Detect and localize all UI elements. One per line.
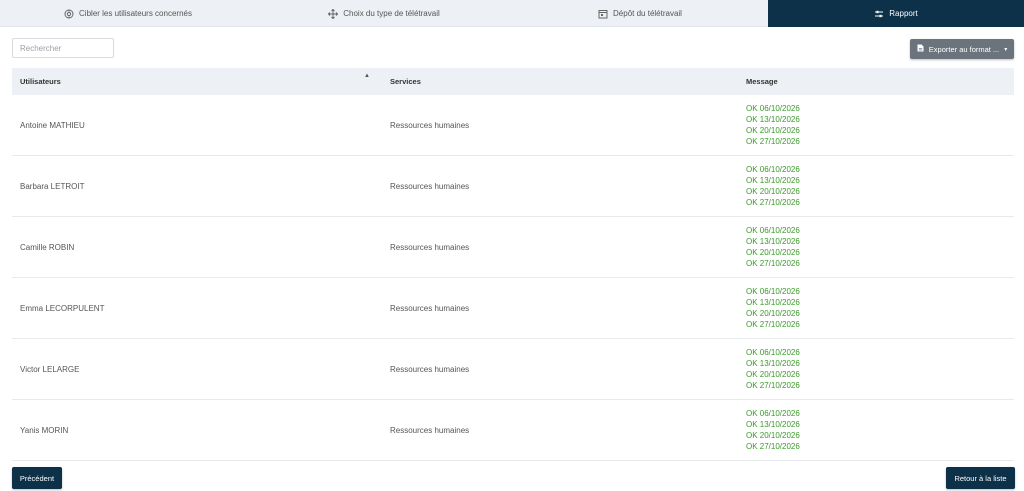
message-ok: OK 20/10/2026 [746, 126, 800, 135]
column-header-services[interactable]: Services [370, 77, 726, 86]
table-row: Camille ROBIN Ressources humaines OK 06/… [12, 217, 1014, 278]
message-ok: OK 27/10/2026 [746, 381, 800, 390]
message-ok: OK 06/10/2026 [746, 226, 800, 235]
move-arrows-icon [328, 8, 339, 19]
message-ok: OK 20/10/2026 [746, 187, 800, 196]
message-list: OK 06/10/2026 OK 13/10/2026 OK 20/10/202… [726, 286, 1014, 330]
message-ok: OK 06/10/2026 [746, 104, 800, 113]
message-ok: OK 13/10/2026 [746, 420, 800, 429]
message-ok: OK 20/10/2026 [746, 370, 800, 379]
message-ok: OK 13/10/2026 [746, 359, 800, 368]
table-row: Emma LECORPULENT Ressources humaines OK … [12, 278, 1014, 339]
table-header: Utilisateurs ▲ Services Message [12, 68, 1014, 95]
step-report[interactable]: Rapport [768, 0, 1024, 27]
message-list: OK 06/10/2026 OK 13/10/2026 OK 20/10/202… [726, 347, 1014, 391]
message-ok: OK 06/10/2026 [746, 165, 800, 174]
message-list: OK 06/10/2026 OK 13/10/2026 OK 20/10/202… [726, 103, 1014, 147]
step-label: Choix du type de télétravail [343, 9, 440, 18]
message-ok: OK 06/10/2026 [746, 409, 800, 418]
user-name: Yanis MORIN [20, 425, 69, 435]
message-ok: OK 20/10/2026 [746, 431, 800, 440]
message-ok: OK 06/10/2026 [746, 287, 800, 296]
column-header-users[interactable]: Utilisateurs ▲ [12, 73, 370, 86]
message-ok: OK 27/10/2026 [746, 137, 800, 146]
export-format-button[interactable]: Exporter au format ... ▾ [910, 39, 1014, 59]
user-name: Emma LECORPULENT [20, 303, 105, 313]
message-list: OK 06/10/2026 OK 13/10/2026 OK 20/10/202… [726, 408, 1014, 452]
step-label: Dépôt du télétravail [613, 9, 682, 18]
message-ok: OK 20/10/2026 [746, 309, 800, 318]
service-name: Ressources humaines [390, 181, 470, 191]
column-header-message[interactable]: Message [726, 77, 1014, 86]
column-header-label: Utilisateurs [20, 77, 61, 86]
wizard-steps: Cibler les utilisateurs concernés Choix … [0, 0, 1024, 27]
service-name: Ressources humaines [390, 364, 470, 374]
user-name: Antoine MATHIEU [20, 120, 85, 130]
sort-asc-icon[interactable]: ▲ [364, 73, 370, 79]
step-telework-deposit[interactable]: Dépôt du télétravail [512, 0, 768, 27]
step-telework-type[interactable]: Choix du type de télétravail [256, 0, 512, 27]
message-ok: OK 27/10/2026 [746, 442, 800, 451]
message-ok: OK 27/10/2026 [746, 320, 800, 329]
target-icon [64, 9, 74, 19]
message-ok: OK 13/10/2026 [746, 298, 800, 307]
user-name: Camille ROBIN [20, 242, 75, 252]
service-name: Ressources humaines [390, 120, 470, 130]
message-ok: OK 13/10/2026 [746, 237, 800, 246]
chevron-down-icon: ▾ [1004, 46, 1008, 53]
search-input[interactable] [12, 38, 114, 58]
step-label: Cibler les utilisateurs concernés [79, 9, 192, 18]
message-ok: OK 20/10/2026 [746, 248, 800, 257]
service-name: Ressources humaines [390, 303, 470, 313]
table-row: Victor LELARGE Ressources humaines OK 06… [12, 339, 1014, 400]
table-row: Yanis MORIN Ressources humaines OK 06/10… [12, 400, 1014, 461]
sliders-icon [874, 9, 884, 19]
message-list: OK 06/10/2026 OK 13/10/2026 OK 20/10/202… [726, 225, 1014, 269]
previous-button[interactable]: Précédent [12, 467, 62, 489]
message-ok: OK 27/10/2026 [746, 198, 800, 207]
file-icon [917, 44, 924, 54]
service-name: Ressources humaines [390, 242, 470, 252]
table-row: Antoine MATHIEU Ressources humaines OK 0… [12, 95, 1014, 156]
step-target-users[interactable]: Cibler les utilisateurs concernés [0, 0, 256, 27]
calendar-icon [598, 9, 608, 19]
message-ok: OK 13/10/2026 [746, 176, 800, 185]
table-row: Barbara LETROIT Ressources humaines OK 0… [12, 156, 1014, 217]
user-name: Victor LELARGE [20, 364, 80, 374]
message-list: OK 06/10/2026 OK 13/10/2026 OK 20/10/202… [726, 164, 1014, 208]
report-table: Utilisateurs ▲ Services Message Antoine … [12, 68, 1014, 461]
user-name: Barbara LETROIT [20, 181, 85, 191]
message-ok: OK 13/10/2026 [746, 115, 800, 124]
message-ok: OK 06/10/2026 [746, 348, 800, 357]
message-ok: OK 27/10/2026 [746, 259, 800, 268]
back-to-list-button[interactable]: Retour à la liste [946, 467, 1015, 489]
step-label: Rapport [889, 9, 918, 18]
service-name: Ressources humaines [390, 425, 470, 435]
export-label: Exporter au format ... [928, 44, 1000, 54]
